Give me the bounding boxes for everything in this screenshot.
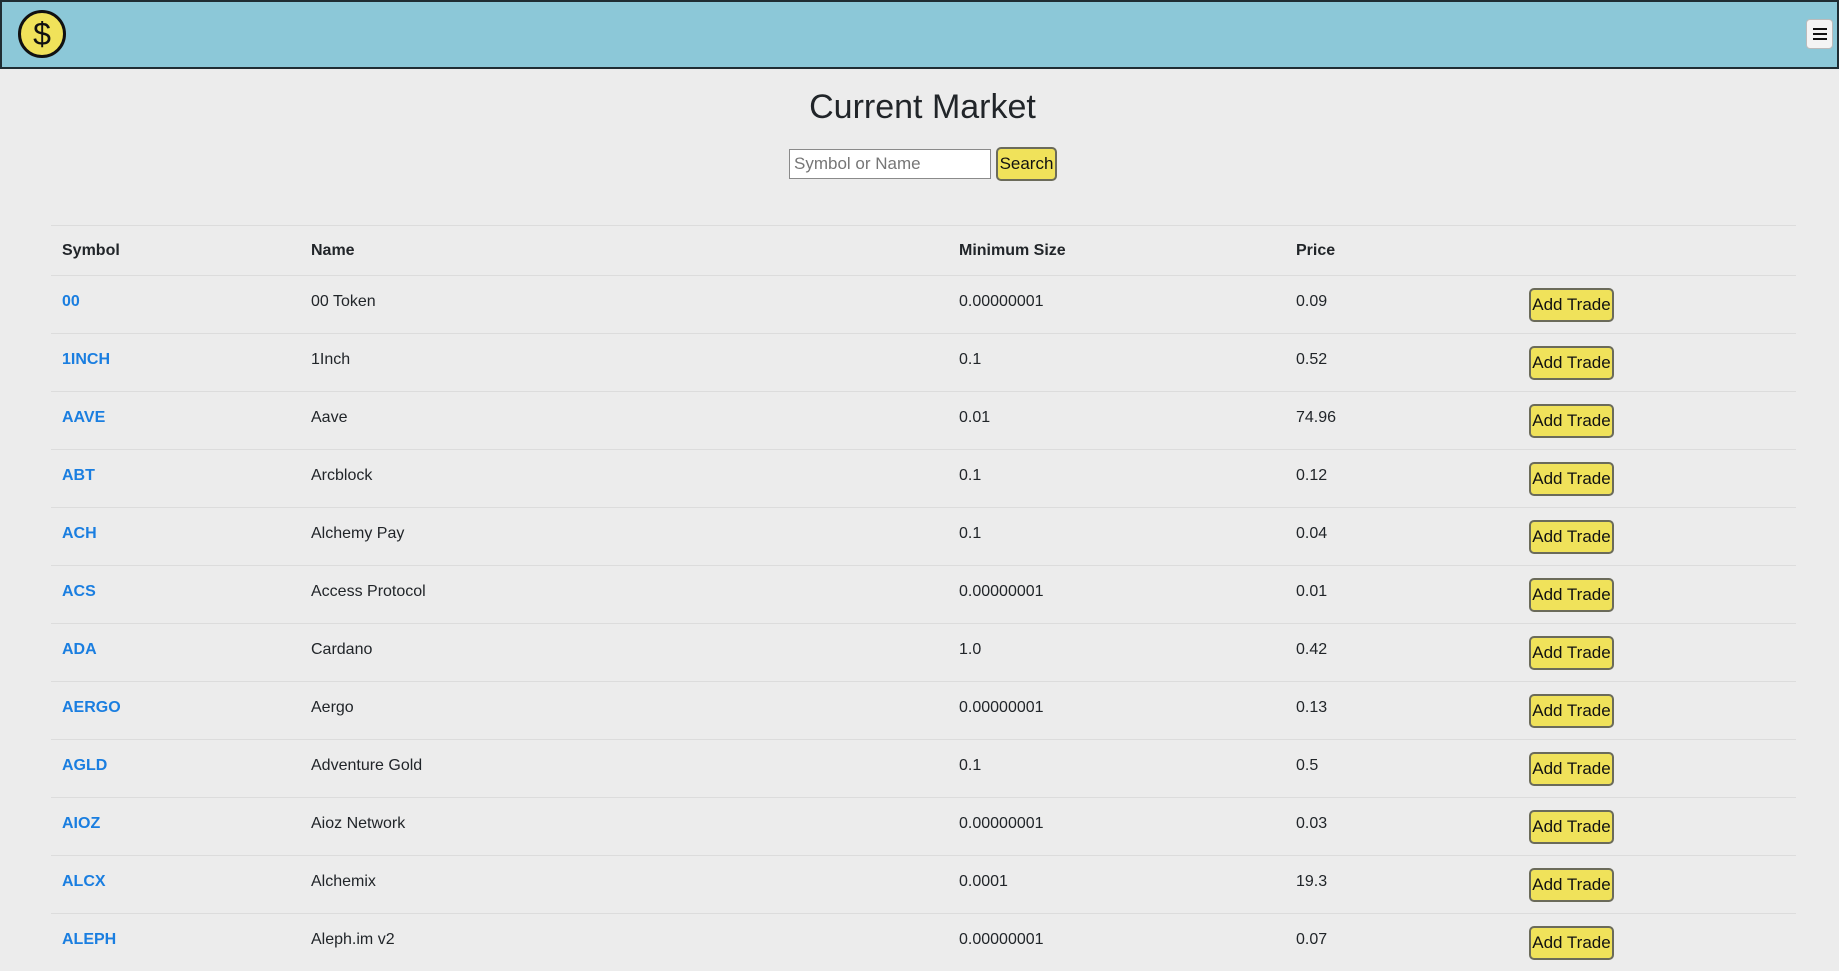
price-cell: 0.5 <box>1296 757 1319 774</box>
table-row: 1INCH 1Inch 0.1 0.52 Add Trade <box>51 333 1796 391</box>
symbol-cell: 1INCH <box>62 334 110 386</box>
name-cell: 00 Token <box>311 293 376 310</box>
symbol-cell: AERGO <box>62 682 121 734</box>
add-trade-button[interactable]: Add Trade <box>1529 752 1614 786</box>
symbol-cell: 00 <box>62 276 80 328</box>
minimum-size-cell: 0.00000001 <box>959 293 1044 310</box>
name-cell: Alchemy Pay <box>311 525 405 542</box>
symbol-link[interactable]: ABT <box>62 467 95 484</box>
name-cell: Aergo <box>311 699 354 716</box>
symbol-cell: AIOZ <box>62 798 100 850</box>
add-trade-button[interactable]: Add Trade <box>1529 868 1614 902</box>
symbol-cell: AAVE <box>62 392 105 444</box>
price-cell: 0.09 <box>1296 293 1328 310</box>
add-trade-button[interactable]: Add Trade <box>1529 346 1614 380</box>
symbol-link[interactable]: AAVE <box>62 409 105 426</box>
price-cell: 0.07 <box>1296 931 1328 948</box>
table-row: AERGO Aergo 0.00000001 0.13 Add Trade <box>51 681 1796 739</box>
column-header-minimum-size: Minimum Size <box>959 242 1066 259</box>
hamburger-menu-icon <box>1812 28 1827 40</box>
symbol-link[interactable]: ALEPH <box>62 931 116 948</box>
symbol-cell: ADA <box>62 624 97 676</box>
table-row: ACS Access Protocol 0.00000001 0.01 Add Trad… <box>51 565 1796 623</box>
minimum-size-cell: 0.00000001 <box>959 699 1044 716</box>
symbol-link[interactable]: AIOZ <box>62 815 100 832</box>
table-row: AAVE Aave 0.01 74.96 Add Trade <box>51 391 1796 449</box>
symbol-link[interactable]: ACS <box>62 583 96 600</box>
symbol-cell: ALEPH <box>62 914 116 966</box>
minimum-size-cell: 0.00000001 <box>959 583 1044 600</box>
minimum-size-cell: 0.1 <box>959 525 982 542</box>
price-cell: 0.52 <box>1296 351 1328 368</box>
name-cell: Aave <box>311 409 348 426</box>
symbol-link[interactable]: 1INCH <box>62 351 110 368</box>
add-trade-button[interactable]: Add Trade <box>1529 636 1614 670</box>
name-cell: Adventure Gold <box>311 757 423 774</box>
minimum-size-cell: 0.00000001 <box>959 815 1044 832</box>
symbol-cell: ALCX <box>62 856 106 908</box>
name-cell: Aioz Network <box>311 815 406 832</box>
table-row: AIOZ Aioz Network 0.00000001 0.03 Add Trade <box>51 797 1796 855</box>
search-button[interactable]: Search <box>996 147 1057 181</box>
add-trade-button[interactable]: Add Trade <box>1529 578 1614 612</box>
name-cell: Cardano <box>311 641 373 658</box>
table-row: 00 00 Token 0.00000001 0.09 Add Trade <box>51 275 1796 333</box>
price-cell: 0.13 <box>1296 699 1328 716</box>
table-row: ABT Arcblock 0.1 0.12 Add Trade <box>51 449 1796 507</box>
minimum-size-cell: 0.00000001 <box>959 931 1044 948</box>
add-trade-button[interactable]: Add Trade <box>1529 520 1614 554</box>
add-trade-button[interactable]: Add Trade <box>1529 926 1614 960</box>
table-header-row: Symbol Name Minimum Size Price <box>51 225 1796 276</box>
dollar-coin-icon[interactable]: $ <box>18 10 66 58</box>
name-cell: Aleph.im v2 <box>311 931 395 948</box>
symbol-cell: ACH <box>62 508 97 560</box>
minimum-size-cell: 0.1 <box>959 351 982 368</box>
search-input[interactable] <box>789 149 991 179</box>
hamburger-menu-button[interactable] <box>1806 19 1833 49</box>
price-cell: 74.96 <box>1296 409 1337 426</box>
minimum-size-cell: 0.0001 <box>959 873 1008 890</box>
symbol-link[interactable]: ADA <box>62 641 97 658</box>
minimum-size-cell: 1.0 <box>959 641 982 658</box>
table-row: AGLD Adventure Gold 0.1 0.5 Add Trade <box>51 739 1796 797</box>
symbol-link[interactable]: 00 <box>62 293 80 310</box>
table-row: ADA Cardano 1.0 0.42 Add Trade <box>51 623 1796 681</box>
price-cell: 0.01 <box>1296 583 1328 600</box>
name-cell: 1Inch <box>311 351 351 368</box>
price-cell: 19.3 <box>1296 873 1328 890</box>
symbol-link[interactable]: ACH <box>62 525 97 542</box>
add-trade-button[interactable]: Add Trade <box>1529 288 1614 322</box>
top-navbar: $ <box>0 0 1839 69</box>
price-cell: 0.03 <box>1296 815 1328 832</box>
symbol-link[interactable]: AERGO <box>62 699 121 716</box>
svg-text:$: $ <box>33 17 51 51</box>
minimum-size-cell: 0.1 <box>959 757 982 774</box>
symbol-cell: ABT <box>62 450 95 502</box>
column-header-symbol: Symbol <box>62 242 120 259</box>
price-cell: 0.42 <box>1296 641 1328 658</box>
symbol-cell: AGLD <box>62 740 107 792</box>
table-row: ACH Alchemy Pay 0.1 0.04 Add Trade <box>51 507 1796 565</box>
minimum-size-cell: 0.1 <box>959 467 982 484</box>
add-trade-button[interactable]: Add Trade <box>1529 810 1614 844</box>
add-trade-button[interactable]: Add Trade <box>1529 404 1614 438</box>
symbol-link[interactable]: ALCX <box>62 873 106 890</box>
market-table: Symbol Name Minimum Size Price 00 00 Toke… <box>51 225 1796 971</box>
price-cell: 0.12 <box>1296 467 1328 484</box>
name-cell: Access Protocol <box>311 583 426 600</box>
table-row: ALEPH Aleph.im v2 0.00000001 0.07 Add Trade <box>51 913 1796 971</box>
table-row: ALCX Alchemix 0.0001 19.3 Add Trade <box>51 855 1796 913</box>
page-title: Current Market <box>809 88 1036 126</box>
minimum-size-cell: 0.01 <box>959 409 991 426</box>
column-header-price: Price <box>1296 242 1336 259</box>
symbol-cell: ACS <box>62 566 96 618</box>
add-trade-button[interactable]: Add Trade <box>1529 462 1614 496</box>
price-cell: 0.04 <box>1296 525 1328 542</box>
symbol-link[interactable]: AGLD <box>62 757 107 774</box>
column-header-name: Name <box>311 242 355 259</box>
add-trade-button[interactable]: Add Trade <box>1529 694 1614 728</box>
name-cell: Alchemix <box>311 873 376 890</box>
name-cell: Arcblock <box>311 467 373 484</box>
